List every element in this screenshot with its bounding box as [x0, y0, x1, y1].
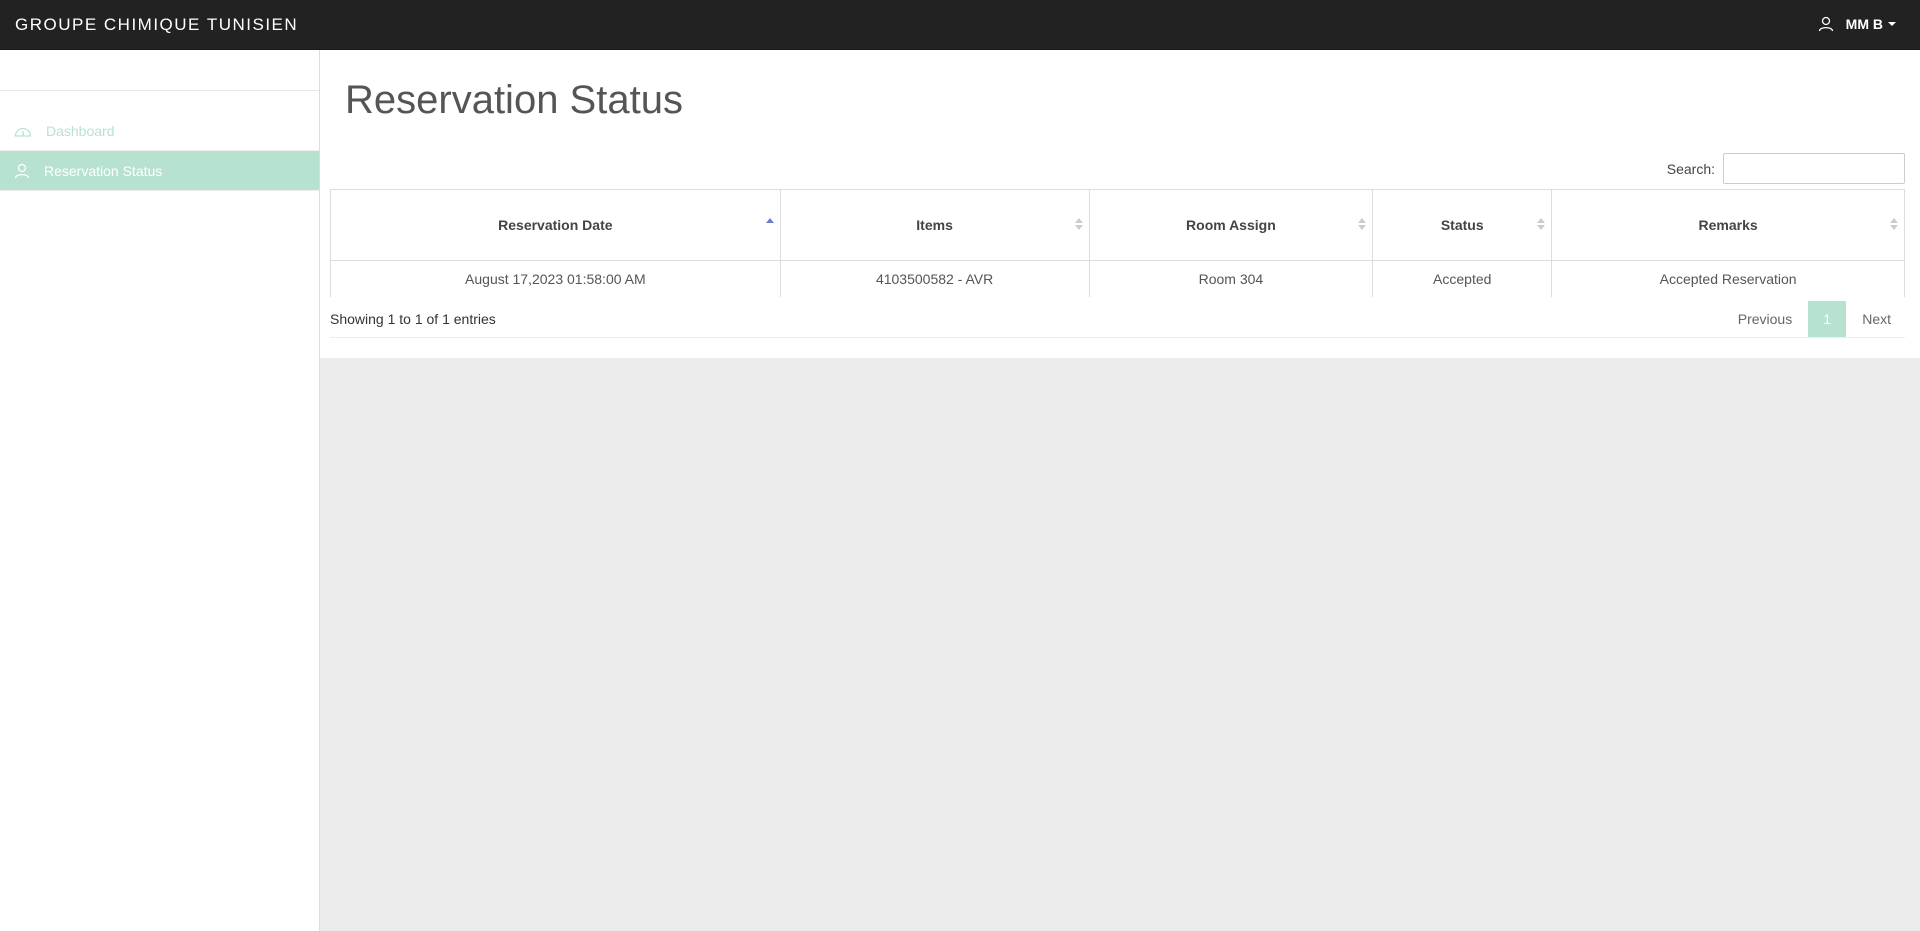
column-header-label: Reservation Date [498, 217, 613, 233]
sort-icon [1358, 218, 1367, 232]
column-header-items[interactable]: Items [779, 189, 1090, 261]
column-header-status[interactable]: Status [1372, 189, 1553, 261]
user-icon [14, 163, 30, 178]
sort-icon [1537, 218, 1546, 232]
sort-icon [1890, 218, 1898, 232]
column-header-room-assign[interactable]: Room Assign [1088, 189, 1374, 261]
previous-button[interactable]: Previous [1724, 301, 1806, 337]
sidebar-item-label: Dashboard [46, 122, 115, 139]
column-header-remarks[interactable]: Remarks [1551, 189, 1905, 261]
column-header-reservation-date[interactable]: Reservation Date [330, 189, 781, 261]
cell-remarks: Accepted Reservation [1551, 260, 1905, 297]
table-header-row: Reservation Date Items Room Assign Statu… [330, 189, 1905, 261]
column-header-label: Remarks [1698, 217, 1758, 233]
column-header-label: Room Assign [1186, 217, 1276, 233]
cell-room-assign: Room 304 [1088, 260, 1374, 297]
sidebar-item-dashboard[interactable]: Dashboard [0, 111, 319, 151]
search-input[interactable] [1723, 153, 1905, 184]
sidebar: Dashboard Reservation Status [0, 50, 320, 931]
table-row: August 17,2023 01:58:00 AM 4103500582 - … [330, 260, 1905, 297]
divider [330, 337, 1905, 338]
sidebar-divider [0, 90, 319, 91]
cell-items: 4103500582 - AVR [779, 260, 1090, 297]
reservation-table: Reservation Date Items Room Assign Statu… [330, 189, 1905, 297]
sort-ascending-icon [765, 218, 774, 232]
page-title: Reservation Status [345, 78, 683, 122]
search-box: Search: [1667, 153, 1905, 184]
table-info: Showing 1 to 1 of 1 entries [330, 311, 496, 327]
cell-status: Accepted [1372, 260, 1553, 297]
sort-icon [1074, 218, 1083, 232]
column-header-label: Items [916, 217, 953, 233]
top-navbar: GROUPE CHIMIQUE TUNISIEN MM B [0, 0, 1920, 50]
next-button[interactable]: Next [1848, 301, 1905, 337]
page-button-current[interactable]: 1 [1808, 301, 1847, 337]
dashboard-icon [14, 127, 32, 137]
user-icon [1818, 16, 1833, 32]
pagination: Previous 1 Next [1724, 301, 1905, 337]
sidebar-item-reservation-status[interactable]: Reservation Status [0, 151, 319, 191]
cell-reservation-date: August 17,2023 01:58:00 AM [330, 260, 781, 297]
sidebar-item-label: Reservation Status [44, 162, 163, 179]
user-menu[interactable]: MM B [1818, 16, 1896, 32]
search-label: Search: [1666, 160, 1715, 177]
chevron-down-icon [1888, 22, 1896, 26]
column-header-label: Status [1440, 217, 1484, 233]
brand-title[interactable]: GROUPE CHIMIQUE TUNISIEN [15, 15, 298, 35]
user-name: MM B [1845, 16, 1883, 32]
main-content: Reservation Status Search: Reservation D… [320, 50, 1920, 358]
